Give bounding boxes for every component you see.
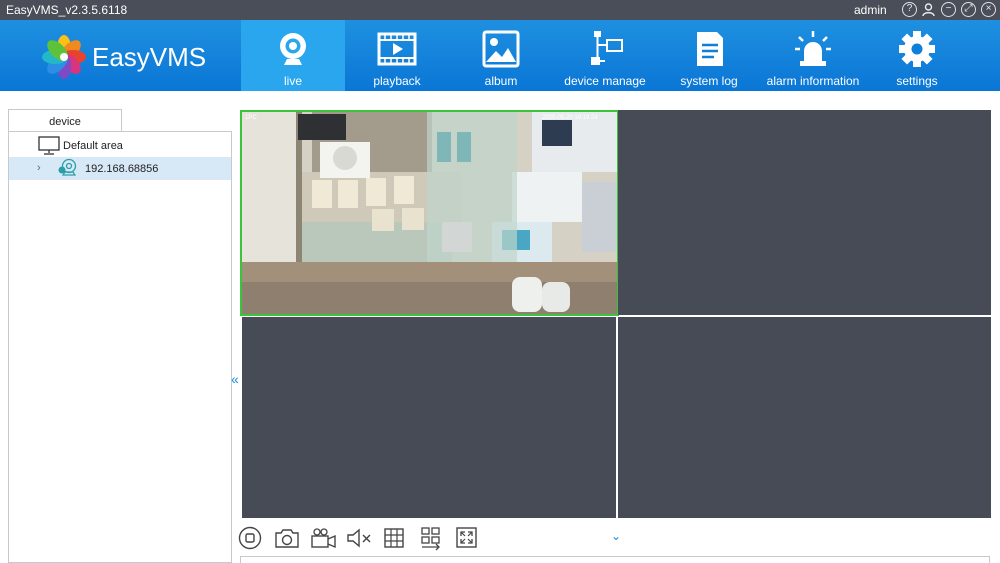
playback-icon	[377, 32, 417, 66]
alarm-icon	[795, 31, 831, 66]
main-header: EasyVMS live playback album device manag…	[0, 20, 1000, 91]
expand-down-icon[interactable]: ⌄	[611, 529, 621, 543]
user-icon[interactable]	[921, 2, 936, 17]
grid-layout-icon[interactable]	[381, 525, 409, 551]
nav-device-manage-label: device manage	[564, 74, 646, 88]
webcam-icon	[280, 33, 306, 65]
stop-icon[interactable]	[237, 525, 265, 551]
video-cell-4[interactable]	[618, 317, 991, 518]
nav-album[interactable]: album	[449, 20, 553, 91]
window-title: EasyVMS_v2.3.5.6118	[6, 3, 128, 17]
camera-icon	[58, 158, 77, 176]
nav-playback-label: playback	[373, 74, 421, 88]
fullscreen-icon[interactable]	[453, 525, 481, 551]
device-tree: Default area › 192.168.68856	[8, 131, 232, 563]
collapse-panel-icon[interactable]: «	[231, 371, 239, 387]
monitor-icon	[38, 136, 60, 155]
chevron-right-icon[interactable]: ›	[37, 162, 41, 174]
easyvms-logo	[42, 35, 86, 84]
close-icon[interactable]: ×	[981, 2, 996, 17]
nav-playback[interactable]: playback	[345, 20, 449, 91]
system-log-icon	[697, 32, 723, 66]
gear-icon	[899, 31, 935, 67]
nav-album-label: album	[484, 74, 518, 88]
nav-live-label: live	[283, 74, 302, 88]
nav-system-log-label: system log	[680, 74, 738, 88]
maximize-icon[interactable]: ⤢	[961, 2, 976, 17]
overlay-timestamp: 2020-05-20 10:19:24	[542, 115, 598, 121]
nav-alarm-information-label: alarm information	[766, 74, 860, 88]
video-grid: 1PC 2020-05-20 10:19:24	[240, 110, 992, 520]
current-user[interactable]: admin	[854, 3, 887, 17]
video-cell-2[interactable]	[618, 110, 991, 315]
overlay-channel-label: 1PC	[245, 115, 257, 121]
video-cell-1[interactable]: 1PC 2020-05-20 10:19:24	[240, 110, 619, 316]
mute-icon[interactable]	[345, 525, 373, 551]
snapshot-icon[interactable]	[273, 525, 301, 551]
nav-live[interactable]: live	[241, 20, 345, 91]
help-icon[interactable]: ?	[902, 2, 917, 17]
device-manage-icon	[591, 31, 623, 65]
tree-item-default-area[interactable]: Default area	[9, 134, 231, 157]
tree-item-label: 192.168.68856	[85, 163, 159, 175]
camera-feed: 1PC 2020-05-20 10:19:24	[242, 112, 617, 314]
video-cell-3[interactable]	[242, 317, 616, 518]
minimize-icon[interactable]: −	[941, 2, 956, 17]
brand-name: EasyVMS	[92, 42, 207, 72]
nav-alarm-information[interactable]: alarm information	[761, 20, 865, 91]
tree-item-label: Default area	[63, 140, 123, 152]
tab-device[interactable]: device	[8, 109, 122, 132]
bottom-panel	[240, 556, 990, 563]
nav-settings[interactable]: settings	[865, 20, 969, 91]
nav-device-manage[interactable]: device manage	[553, 20, 657, 91]
nav-settings-label: settings	[896, 74, 938, 88]
nav-system-log[interactable]: system log	[657, 20, 761, 91]
record-icon[interactable]	[309, 525, 337, 551]
title-bar: EasyVMS_v2.3.5.6118 admin ? − ⤢ ×	[0, 0, 1000, 20]
album-icon	[482, 30, 520, 68]
tree-item-device[interactable]: › 192.168.68856	[9, 157, 231, 180]
layout-switch-icon[interactable]	[417, 525, 445, 551]
